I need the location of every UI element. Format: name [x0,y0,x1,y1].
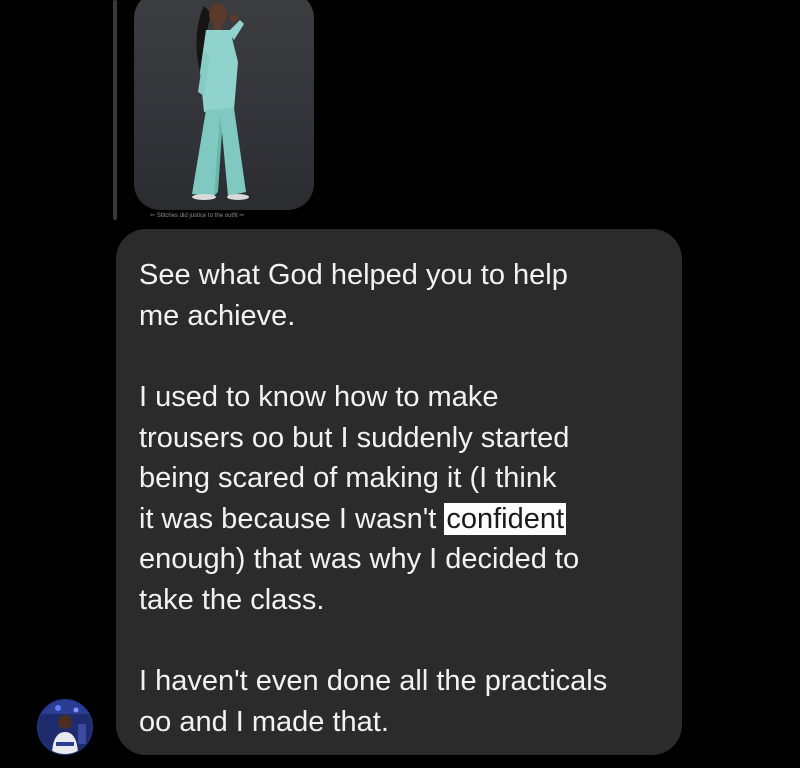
chat-screen: ✂ Stitches did justice to the outfit ✂ S… [0,0,800,768]
message-paragraph-1: See what God helped you to help me achie… [139,259,568,332]
highlighted-word[interactable]: confident [444,502,567,535]
message-paragraph-3: I haven't even done all the practicals o… [139,665,608,738]
message-bubble[interactable]: See what God helped you to help me achie… [116,229,682,755]
photo-caption: ✂ Stitches did justice to the outfit ✂ [150,213,245,219]
outfit-photo-icon [192,3,249,200]
profile-photo-icon [38,700,92,754]
message-text-after-highlight: enough) that was why I decided to take t… [139,543,580,616]
message-paragraph-2: I used to know how to make trousers oo b… [139,377,656,620]
replied-photo[interactable] [134,0,314,210]
reply-quote-bar [113,0,117,220]
sender-avatar[interactable] [37,699,93,755]
